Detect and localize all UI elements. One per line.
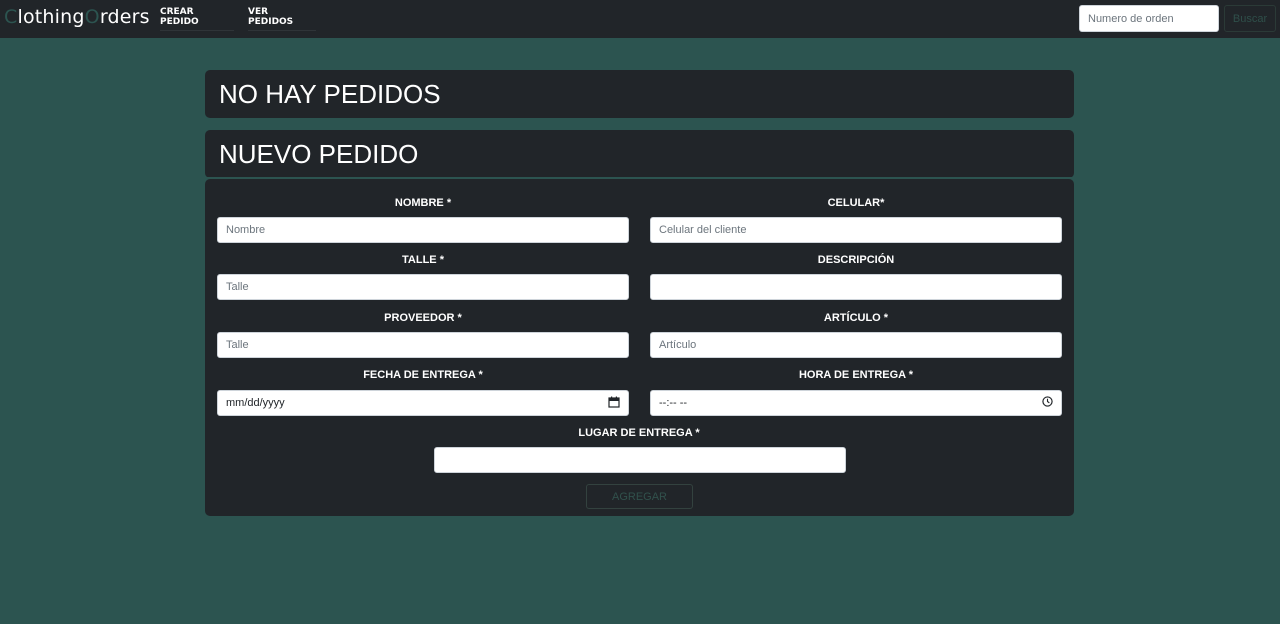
talle-input[interactable] <box>217 274 629 300</box>
clock-icon[interactable] <box>1042 396 1053 410</box>
calendar-icon[interactable] <box>608 396 620 411</box>
hora-value: --:-- -- <box>659 397 688 409</box>
top-navbar: ClothingOrders CREAR PEDIDO VER PEDIDOS … <box>0 0 1280 38</box>
nombre-input[interactable] <box>217 217 629 243</box>
orders-header: NO HAY PEDIDOS <box>205 70 1074 118</box>
nav-crear-pedido[interactable]: CREAR PEDIDO <box>160 4 234 31</box>
brand-logo[interactable]: ClothingOrders <box>4 6 150 28</box>
descripcion-label: DESCRIPCIÓN <box>817 254 895 266</box>
fecha-value: mm/dd/yyyy <box>226 397 285 409</box>
new-order-title: NUEVO PEDIDO <box>219 138 419 169</box>
articulo-label: ARTÍCULO * <box>823 312 889 324</box>
nombre-label: NOMBRE * <box>394 197 452 209</box>
celular-label: CELULAR* <box>827 197 885 209</box>
brand-letter-c: C <box>4 6 18 28</box>
lugar-input[interactable] <box>434 447 846 473</box>
brand-letter-o: O <box>84 6 100 28</box>
search-button[interactable]: Buscar <box>1224 5 1276 32</box>
brand-text-1: lothing <box>17 6 85 28</box>
new-order-form: NOMBRE * CELULAR* TALLE * DESCRIPCIÓN PR… <box>205 179 1074 516</box>
order-number-search-input[interactable] <box>1079 5 1219 32</box>
celular-input[interactable] <box>650 217 1062 243</box>
descripcion-input[interactable] <box>650 274 1062 300</box>
fecha-date-input[interactable]: mm/dd/yyyy <box>217 390 629 416</box>
orders-header-title: NO HAY PEDIDOS <box>219 78 441 109</box>
nav-ver-pedidos[interactable]: VER PEDIDOS <box>248 4 316 31</box>
hora-time-input[interactable]: --:-- -- <box>650 390 1062 416</box>
agregar-button[interactable]: AGREGAR <box>586 484 693 509</box>
talle-label: TALLE * <box>402 254 444 266</box>
proveedor-label: PROVEEDOR * <box>384 312 462 324</box>
brand-text-2: rders <box>99 6 150 28</box>
new-order-header: NUEVO PEDIDO <box>205 130 1074 178</box>
proveedor-input[interactable] <box>217 332 629 358</box>
lugar-label: LUGAR DE ENTREGA * <box>578 427 700 439</box>
fecha-label: FECHA DE ENTREGA * <box>363 369 483 381</box>
hora-label: HORA DE ENTREGA * <box>798 369 914 381</box>
articulo-input[interactable] <box>650 332 1062 358</box>
